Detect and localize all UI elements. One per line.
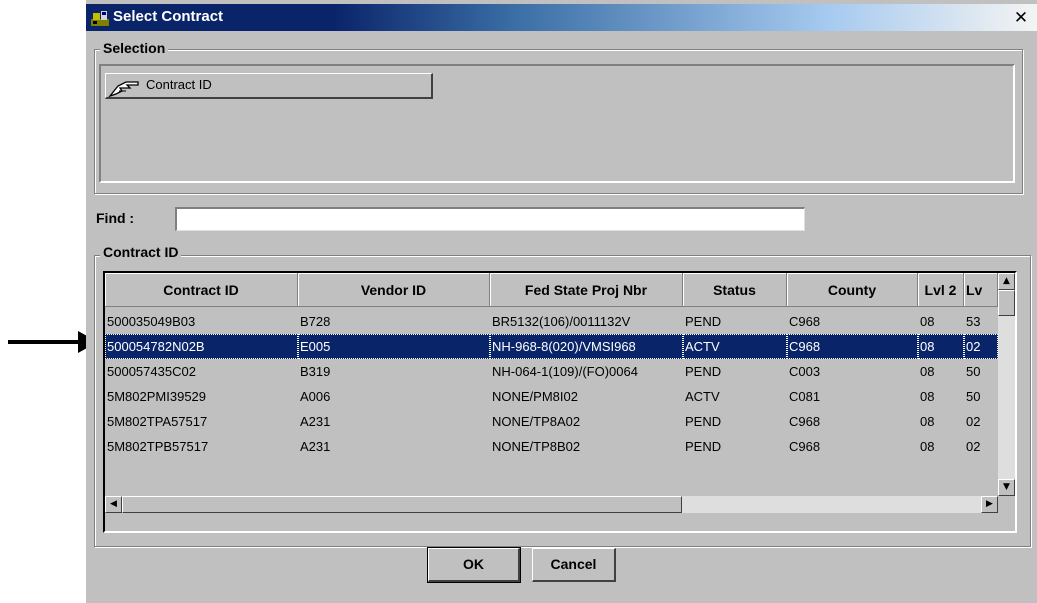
cell-vendor-id: B319 — [300, 364, 331, 379]
cell-lvl-3: 53 — [966, 314, 981, 329]
contract-id-selection-label: Contract ID — [146, 77, 212, 92]
column-header-lvl-3[interactable]: Lv — [964, 273, 998, 307]
table-row[interactable]: 500035049B03 B728 BR5132(106)/0011132V P… — [105, 309, 998, 334]
annotation-arrow-shaft — [8, 340, 86, 344]
column-header-status[interactable]: Status — [683, 273, 787, 307]
scroll-left-icon[interactable]: ◀ — [105, 496, 122, 513]
cell-vendor-id: E005 — [298, 334, 490, 359]
cell-lvl-2: 08 — [918, 334, 964, 359]
column-header-fed-state-proj-nbr[interactable]: Fed State Proj Nbr — [490, 273, 683, 307]
cell-lvl-3: 02 — [966, 414, 981, 429]
cell-contract-id: 500054782N02B — [105, 334, 298, 359]
cell-fed-state-proj-nbr: BR5132(106)/0011132V — [492, 314, 631, 329]
cell-fed-state-proj-nbr: NH-064-1(109)/(FO)0064 — [492, 364, 638, 379]
window-title: Select Contract — [113, 8, 224, 25]
cell-lvl-2: 08 — [920, 314, 935, 329]
cancel-button[interactable]: Cancel — [532, 548, 616, 582]
cell-status: ACTV — [685, 389, 720, 404]
contract-table[interactable]: Contract ID Vendor ID Fed State Proj Nbr… — [103, 271, 1017, 533]
cell-vendor-id: A231 — [300, 414, 331, 429]
cell-fed-state-proj-nbr: NH-968-8(020)/VMSI968 — [490, 334, 683, 359]
cell-lvl-2: 08 — [920, 389, 935, 404]
cell-fed-state-proj-nbr: NONE/PM8I02 — [492, 389, 578, 404]
table-row[interactable]: 5M802PMI39529 A006 NONE/PM8I02 ACTV C081… — [105, 384, 998, 409]
find-label: Find : — [96, 210, 135, 226]
horizontal-scrollbar[interactable]: ◀ ▶ — [105, 496, 998, 513]
cell-county: C081 — [789, 389, 821, 404]
vertical-scroll-thumb[interactable] — [998, 290, 1015, 316]
cell-contract-id: 5M802TPB57517 — [107, 439, 209, 454]
cell-vendor-id: B728 — [300, 314, 331, 329]
contract-id-selection-button[interactable]: Contract ID — [105, 73, 433, 99]
selection-group-label: Selection — [100, 40, 169, 56]
cell-lvl-3: 02 — [964, 334, 998, 359]
cell-lvl-3: 02 — [966, 439, 981, 454]
ok-button[interactable]: OK — [427, 547, 521, 583]
cell-status: PEND — [685, 314, 722, 329]
cell-fed-state-proj-nbr: NONE/TP8A02 — [492, 414, 581, 429]
horizontal-scroll-thumb[interactable] — [122, 496, 682, 513]
cell-status: PEND — [685, 414, 722, 429]
cell-vendor-id: A006 — [300, 389, 331, 404]
cell-contract-id: 5M802PMI39529 — [107, 389, 207, 404]
selection-panel: Contract ID — [99, 64, 1015, 183]
cell-county: C003 — [789, 364, 821, 379]
table-row[interactable]: 500057435C02 B319 NH-064-1(109)/(FO)0064… — [105, 359, 998, 384]
cell-contract-id: 5M802TPA57517 — [107, 414, 208, 429]
cell-vendor-id: A231 — [300, 439, 331, 454]
select-contract-dialog: Select Contract ✕ Selection Contract ID … — [86, 0, 1037, 603]
column-header-contract-id[interactable]: Contract ID — [105, 273, 298, 307]
contract-id-group-label: Contract ID — [100, 244, 182, 260]
scroll-up-icon[interactable]: ▲ — [998, 273, 1015, 290]
cell-lvl-3: 50 — [966, 364, 981, 379]
pointing-hand-icon — [108, 81, 139, 98]
cell-status: PEND — [685, 439, 722, 454]
vertical-scrollbar[interactable]: ▲ ▼ — [998, 273, 1015, 496]
cell-fed-state-proj-nbr: NONE/TP8B02 — [492, 439, 581, 454]
cell-contract-id: 500057435C02 — [107, 364, 196, 379]
cell-status: PEND — [685, 364, 722, 379]
cell-county: C968 — [789, 439, 821, 454]
cell-county: C968 — [789, 414, 821, 429]
scroll-right-icon[interactable]: ▶ — [981, 496, 998, 513]
column-header-vendor-id[interactable]: Vendor ID — [298, 273, 490, 307]
table-row-selected[interactable]: 500054782N02B E005 NH-968-8(020)/VMSI968… — [105, 334, 998, 359]
app-icon — [91, 11, 109, 26]
find-input[interactable] — [175, 207, 805, 231]
cell-contract-id: 500035049B03 — [107, 314, 196, 329]
cell-lvl-2: 08 — [920, 414, 935, 429]
close-icon[interactable]: ✕ — [1012, 9, 1030, 27]
cell-lvl-2: 08 — [920, 439, 935, 454]
table-row[interactable]: 5M802TPB57517 A231 NONE/TP8B02 PEND C968… — [105, 434, 998, 459]
title-bar[interactable]: Select Contract ✕ — [86, 4, 1037, 31]
table-row[interactable]: 5M802TPA57517 A231 NONE/TP8A02 PEND C968… — [105, 409, 998, 434]
cell-county: C968 — [787, 334, 918, 359]
scroll-down-icon[interactable]: ▼ — [998, 479, 1015, 496]
cell-status: ACTV — [683, 334, 787, 359]
table-header: Contract ID Vendor ID Fed State Proj Nbr… — [105, 273, 998, 309]
cell-lvl-3: 50 — [966, 389, 981, 404]
column-header-county[interactable]: County — [787, 273, 918, 307]
cell-county: C968 — [789, 314, 821, 329]
scrollbar-corner — [998, 496, 1015, 513]
column-header-lvl-2[interactable]: Lvl 2 — [918, 273, 964, 307]
cell-lvl-2: 08 — [920, 364, 935, 379]
